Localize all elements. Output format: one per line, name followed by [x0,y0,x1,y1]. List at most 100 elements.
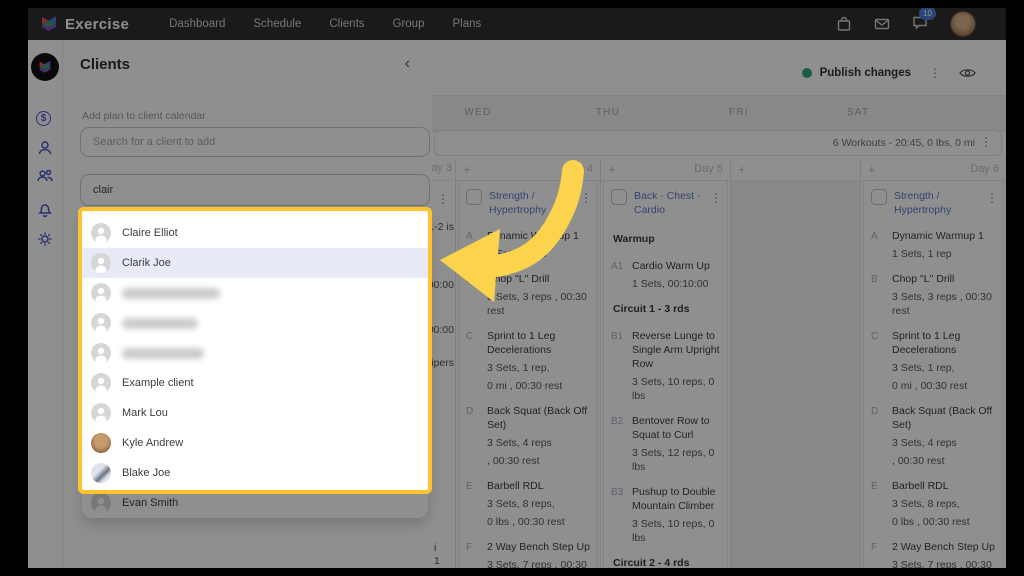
client-row[interactable]: Evan Smith [82,488,428,518]
billing-icon[interactable]: $ [36,111,54,129]
weekday-thu: THU [595,107,621,118]
nav-item-group[interactable]: Group [393,18,425,30]
settings-gear-icon[interactable] [36,230,54,248]
week-summary-text: 6 Workouts - 20:45, 0 lbs, 0 mi [832,137,975,149]
day4-workout-title[interactable]: Strength / Hypertrophy [489,189,573,217]
notifications-bell-icon[interactable] [36,200,54,218]
collapse-chevron-icon[interactable]: ‹ [405,56,410,72]
shop-bag-icon[interactable] [836,16,852,32]
icon-rail: $ [28,40,63,568]
weekday-wed: WED [464,107,492,118]
day5-column: + Day 5 Back · Chest · Cardio ⋮ Warmup A… [600,158,730,568]
day5-exercise-list: Warmup A1 Cardio Warm Up 1 Sets, 00:10:00… [604,223,727,568]
day3-card-kebab-icon[interactable]: ⋮ [437,193,449,205]
day4-workout-checkbox[interactable] [466,189,482,205]
day4-card-kebab-icon[interactable]: ⋮ [580,192,592,204]
day3-header: Day 3 [432,158,455,181]
exercise-item[interactable]: A Dynamic Warmup 11 Sets, 1 rep [466,229,594,261]
exercise-item[interactable]: F 2 Way Bench Step Up 3 Sets, 7 reps , 00… [466,540,594,568]
chat-badge: 10 [919,8,936,20]
redacted-name [122,287,220,299]
exercise-item[interactable]: F 2 Way Bench Step Up 3 Sets, 7 reps , 00… [871,540,1000,568]
day6-header: + Day 6 [861,158,1006,181]
client-icon[interactable] [36,139,54,157]
client-row[interactable]: Blake Joe [82,458,428,488]
fri-header: + [731,158,860,181]
client-row-redacted[interactable] [82,338,428,368]
client-row-redacted[interactable] [82,278,428,308]
nav-item-clients[interactable]: Clients [329,18,364,30]
exercise-item[interactable]: B Chop "L" Drill 3 Sets, 3 reps , 00:30 r… [466,272,594,318]
exercise-item[interactable]: D Back Squat (Back Off Set) 3 Sets, 4 rep… [871,404,1000,468]
default-avatar-icon [91,493,111,513]
day6-add-icon[interactable]: + [868,162,876,177]
day5-header: + Day 5 [601,158,730,181]
user-avatar[interactable] [950,11,976,37]
day5-workout-title[interactable]: Back · Chest · Cardio [634,189,703,217]
publish-changes-button[interactable]: Publish changes [820,67,911,79]
fri-column: + [730,158,860,568]
day3-fragment: i [434,542,437,554]
exercise-item[interactable]: B Chop "L" Drill 3 Sets, 3 reps , 00:30 r… [871,272,1000,318]
exercise-item[interactable]: A Dynamic Warmup 11 Sets, 1 rep [871,229,1000,261]
client-row[interactable]: Claire Elliot [82,218,428,248]
nav-item-plans[interactable]: Plans [452,18,481,30]
default-avatar-icon [91,223,111,243]
day4-column: + Day 4 Strength / Hypertrophy ⋮ A Dynam… [455,158,600,568]
weekday-fri: FRI [728,107,750,118]
nav-item-schedule[interactable]: Schedule [253,18,301,30]
brand-logo[interactable]: Exercise [40,15,129,33]
workspace-logo-icon [39,60,51,73]
exercise-item[interactable]: A1 Cardio Warm Up 1 Sets, 00:10:00 [611,259,724,291]
default-avatar-icon [91,403,111,423]
client-filter-input[interactable] [80,174,430,206]
day5-label: Day 5 [694,163,723,175]
exercise-item[interactable]: E Barbell RDL 3 Sets, 8 reps, 0 lbs , 00:3… [871,479,1000,529]
exercise-logo-icon [42,16,56,31]
exercise-item[interactable]: C Sprint to 1 Leg Decelerations 3 Sets, 1… [466,329,594,393]
day6-column: + Day 6 Strength / Hypertrophy ⋮ A Dynam… [860,158,1006,568]
app-window: Exercise Dashboard Schedule Clients Grou… [28,8,1006,568]
day-columns: Day 3 ⋮ s 1-2 is :00:00 :00:00 Wipers i … [420,158,1006,568]
day5-card-kebab-icon[interactable]: ⋮ [710,192,722,204]
client-row[interactable]: Kyle Andrew [82,428,428,458]
clients-panel: Clients ‹ Add plan to client calendar Cl… [62,40,432,568]
client-search-input[interactable] [80,127,430,157]
exercise-item[interactable]: B3 Pushup to Double Mountain Climber 3 Se… [611,485,724,545]
groups-icon[interactable] [36,167,54,185]
exercise-item[interactable]: B1 Reverse Lunge to Single Arm Upright R… [611,329,724,403]
nav-links: Dashboard Schedule Clients Group Plans [169,18,481,30]
exercise-item[interactable]: D Back Squat (Back Off Set) 3 Sets, 4 rep… [466,404,594,468]
preview-eye-icon[interactable] [959,67,976,79]
week-summary-kebab-icon[interactable]: ⋮ [980,136,992,148]
week-summary-row: 6 Workouts - 20:45, 0 lbs, 0 mi ⋮ [434,130,1002,156]
day4-add-icon[interactable]: + [463,162,471,177]
section-label: Circuit 1 - 3 rds [613,303,690,315]
exercise-item[interactable]: B2 Bentover Row to Squat to Curl 3 Sets, … [611,414,724,474]
fri-add-icon[interactable]: + [738,162,746,177]
day6-card-kebab-icon[interactable]: ⋮ [986,192,998,204]
workspace-logo[interactable] [31,53,59,81]
chat-icon-wrap: 10 [912,8,936,35]
client-row[interactable]: Example client [82,368,428,398]
header-kebab-icon[interactable]: ⋮ [929,67,941,79]
panel-title: Clients [80,56,131,73]
day6-workout-title[interactable]: Strength / Hypertrophy [894,189,979,217]
default-avatar-icon [91,283,111,303]
client-row[interactable]: Mark Lou [82,398,428,428]
day5-workout-checkbox[interactable] [611,189,627,205]
day4-workout-card: Strength / Hypertrophy ⋮ A Dynamic Warmu… [458,180,598,568]
client-row-selected[interactable]: Clarik Joe [82,248,428,278]
mail-icon[interactable] [874,16,890,32]
exercise-item[interactable]: E Barbell RDL 3 Sets, 8 reps, 0 lbs , 00:3… [466,479,594,529]
fri-empty-area [731,180,860,568]
day6-workout-checkbox[interactable] [871,189,887,205]
exercise-item[interactable]: C Sprint to 1 Leg Decelerations 3 Sets, 1… [871,329,1000,393]
default-avatar-icon [91,253,111,273]
day5-add-icon[interactable]: + [608,162,616,177]
nav-item-dashboard[interactable]: Dashboard [169,18,225,30]
client-row-redacted[interactable] [82,308,428,338]
day4-header: + Day 4 [456,158,600,181]
redacted-name [122,317,198,329]
publish-status-dot [801,68,812,78]
